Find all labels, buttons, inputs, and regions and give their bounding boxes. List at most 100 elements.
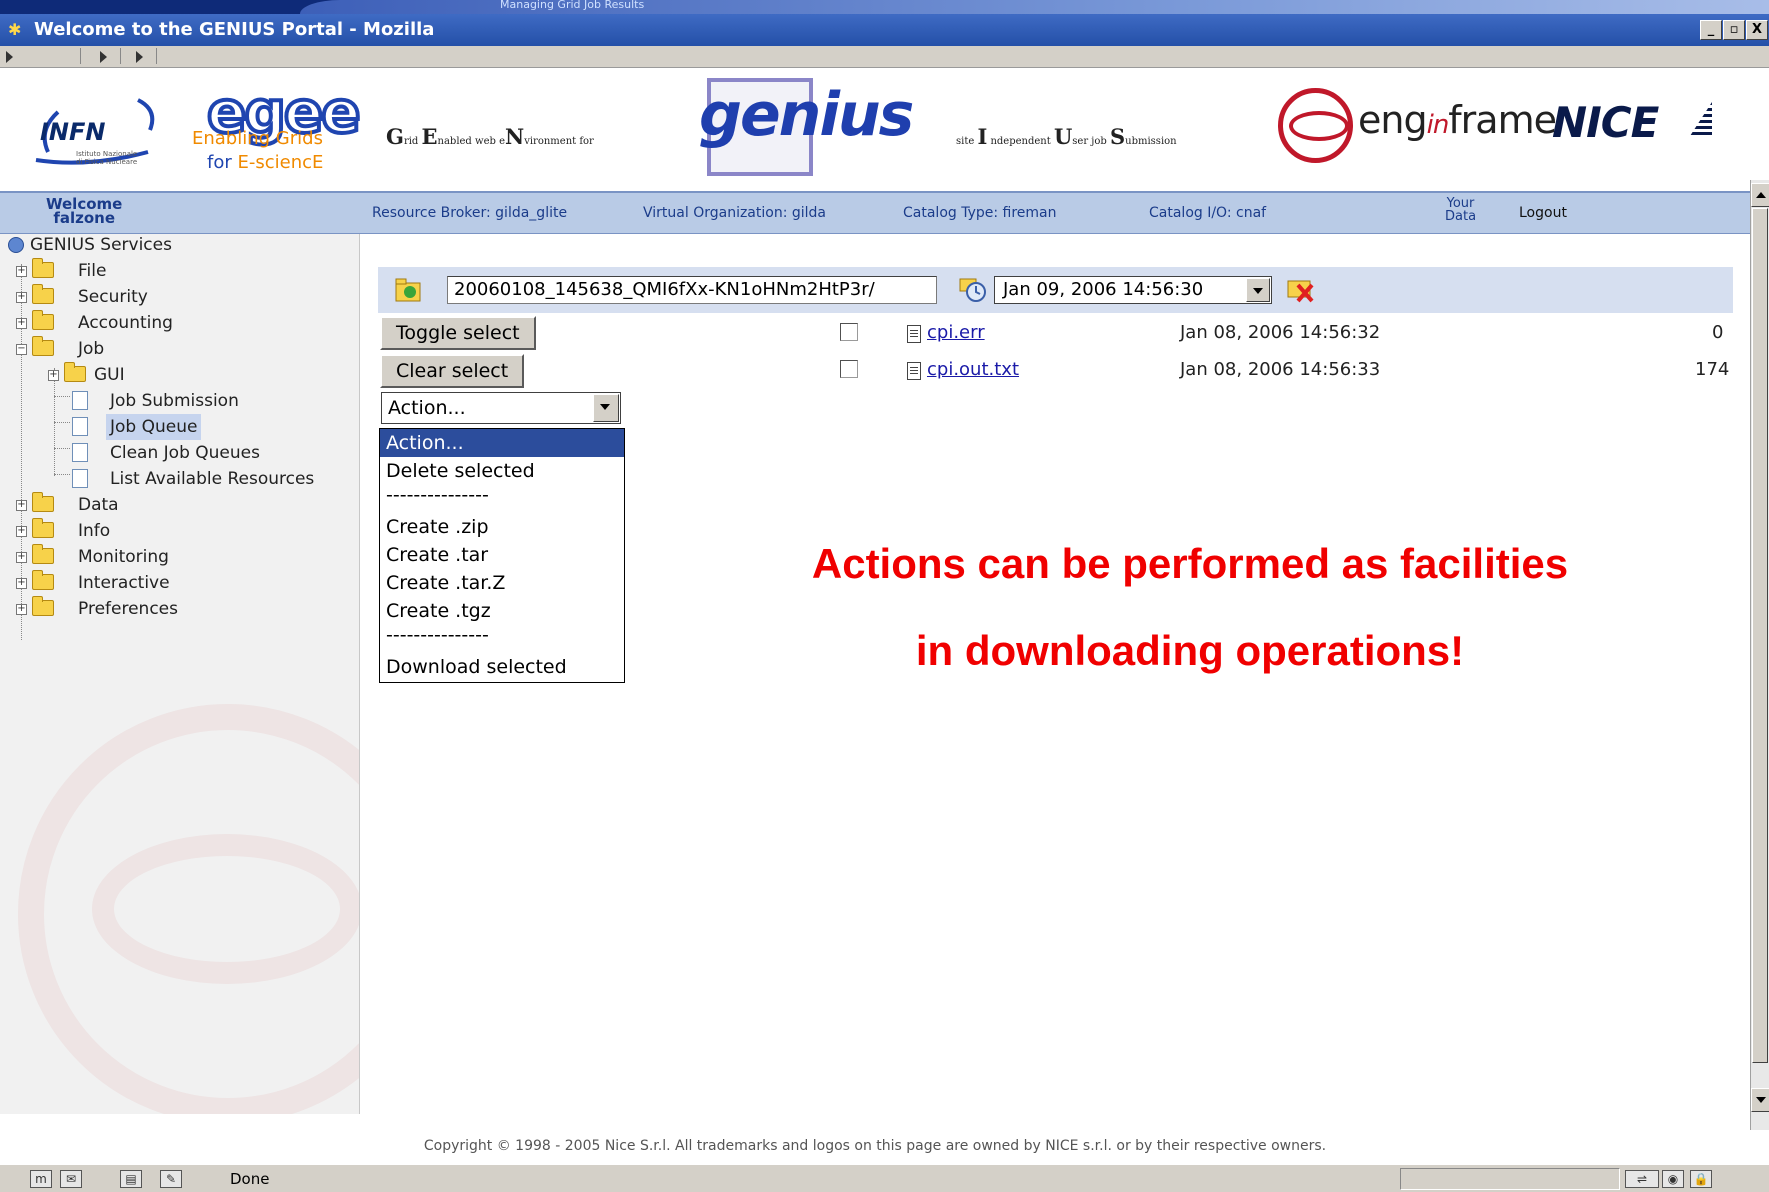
services-tree-sidebar: GENIUS Services + File + Security + Acco…	[0, 234, 360, 1114]
folder-icon	[32, 258, 54, 278]
mail-icon[interactable]: ✉	[60, 1170, 82, 1188]
action-option[interactable]: Create .tar.Z	[380, 569, 624, 597]
slide-header-text: Managing Grid Job Results	[500, 0, 645, 11]
expand-plus-icon[interactable]: +	[16, 266, 27, 277]
tree-connector	[54, 474, 70, 475]
logout-link[interactable]: Logout	[1519, 205, 1567, 221]
strip-divider	[156, 48, 157, 64]
history-clock-icon[interactable]	[958, 275, 988, 303]
navigator-icon[interactable]: m	[30, 1170, 52, 1188]
window-title-bar: ✱ Welcome to the GENIUS Portal - Mozilla…	[0, 14, 1769, 46]
cap-site: site	[956, 136, 978, 147]
folder-icon	[32, 310, 54, 330]
page-icon	[72, 391, 88, 410]
expand-plus-icon[interactable]: +	[16, 552, 27, 563]
session-info-bar: Welcome falzone Resource Broker: gilda_g…	[0, 191, 1750, 234]
folder-icon	[32, 492, 54, 512]
infn-subtitle-line2: di Fisica Nucleare	[76, 158, 138, 166]
clear-select-button[interactable]: Clear select	[380, 354, 525, 388]
minimize-button[interactable]: _	[1700, 20, 1722, 40]
file-checkbox[interactable]	[840, 323, 858, 341]
action-option[interactable]: Create .tar	[380, 541, 624, 569]
resource-broker-link[interactable]: Resource Broker: gilda_glite	[372, 205, 567, 221]
maximize-button[interactable]: ▫	[1723, 20, 1745, 40]
scroll-down-arrow-icon[interactable]	[1751, 1088, 1769, 1112]
security-lock-icon[interactable]: 🔒	[1690, 1170, 1712, 1188]
collapse-minus-icon[interactable]: −	[16, 344, 27, 355]
virtual-organization-link[interactable]: Virtual Organization: gilda	[643, 205, 826, 221]
expand-arrow-icon[interactable]	[100, 51, 107, 63]
online-connection-icon[interactable]: ⇌	[1625, 1170, 1659, 1188]
infn-subtitle-line1: Istituto Nazionale	[76, 150, 138, 158]
mozilla-app-icon: ✱	[8, 20, 22, 39]
text-file-icon	[907, 325, 921, 343]
slide-header-strip: Managing Grid Job Results	[0, 0, 1769, 14]
file-link[interactable]: cpi.out.txt	[927, 359, 1019, 380]
expand-arrow-icon[interactable]	[6, 51, 13, 63]
chevron-down-icon[interactable]	[1246, 278, 1270, 302]
scroll-up-arrow-icon[interactable]	[1751, 183, 1769, 207]
catalog-io-link[interactable]: Catalog I/O: cnaf	[1149, 205, 1266, 221]
tree-item-label: Security	[78, 287, 148, 307]
file-size: 174	[1695, 359, 1730, 380]
expand-plus-icon[interactable]: +	[16, 578, 27, 589]
action-option[interactable]: Create .zip	[380, 513, 624, 541]
expand-plus-icon[interactable]: +	[16, 500, 27, 511]
genius-logo: genius	[695, 78, 914, 178]
file-date: Jan 08, 2006 14:56:32	[1180, 322, 1381, 343]
action-option[interactable]: Download selected	[380, 653, 624, 681]
cap-s-rest: ubmission	[1125, 136, 1177, 147]
address-book-icon[interactable]: ✎	[160, 1170, 182, 1188]
chevron-down-icon[interactable]	[593, 394, 619, 422]
privacy-cookie-icon[interactable]: ◉	[1662, 1170, 1684, 1188]
your-data-link[interactable]: Your Data	[1445, 197, 1476, 223]
tree-item-label: Job Submission	[110, 391, 239, 411]
services-globe-icon	[8, 237, 24, 253]
job-date-select[interactable]: Jan 09, 2006 14:56:30	[994, 276, 1272, 304]
expand-plus-icon[interactable]: +	[16, 526, 27, 537]
folder-icon	[32, 570, 54, 590]
tree-item-label: GUI	[94, 365, 125, 385]
scrollbar-thumb[interactable]	[1752, 208, 1768, 1063]
action-option[interactable]: Action...	[380, 429, 624, 457]
cap-i-rest: ndependent	[987, 136, 1054, 147]
copyright-footer: Copyright © 1998 - 2005 Nice S.r.l. All …	[423, 1138, 1327, 1154]
expand-plus-icon[interactable]: +	[16, 604, 27, 615]
composer-icon[interactable]: ▤	[120, 1170, 142, 1188]
toggle-select-button[interactable]: Toggle select	[380, 316, 536, 350]
expand-plus-icon[interactable]: +	[16, 318, 27, 329]
expand-plus-icon[interactable]: +	[48, 370, 59, 381]
cap-n-rest: vironment for	[524, 136, 594, 147]
text-file-icon	[907, 362, 921, 380]
expand-plus-icon[interactable]: +	[16, 292, 27, 303]
watermark-ring-inner	[92, 834, 359, 984]
egee-tagline-2b: E-sciencE	[237, 152, 324, 173]
username: falzone	[53, 209, 115, 227]
siius-acronym-caption: site I ndependent User job Submission	[956, 124, 1177, 149]
expand-arrow-icon[interactable]	[136, 51, 143, 63]
genius-acronym-caption: Grid Enabled web eNvironment for	[386, 124, 594, 149]
nice-wordmark: NICE	[1552, 98, 1659, 147]
file-link[interactable]: cpi.err	[927, 322, 985, 343]
delete-folder-icon[interactable]	[1286, 275, 1316, 303]
folder-icon	[32, 596, 54, 616]
page-icon	[72, 443, 88, 462]
catalog-type-link[interactable]: Catalog Type: fireman	[903, 205, 1057, 221]
job-id-field[interactable]: 20060108_145638_QMI6fXx-KN1oHNm2HtP3r/	[447, 276, 937, 304]
status-text: Done	[230, 1170, 270, 1188]
cap-e: E	[421, 124, 438, 149]
vertical-scrollbar[interactable]	[1750, 180, 1769, 1130]
close-button[interactable]: X	[1746, 20, 1768, 40]
engin-b: in	[1426, 110, 1450, 140]
tree-item-label: Info	[78, 521, 111, 541]
action-option[interactable]: Delete selected	[380, 457, 624, 485]
action-option[interactable]: Create .tgz	[380, 597, 624, 625]
sidebar-toggle-strip	[0, 46, 1769, 68]
cap-e-rest: nabled web e	[437, 136, 505, 147]
action-select-value: Action...	[388, 397, 466, 419]
cap-s: S	[1109, 124, 1126, 149]
refresh-folder-icon[interactable]	[394, 275, 424, 303]
action-select[interactable]: Action...	[381, 392, 621, 424]
action-option-separator: ---------------	[386, 624, 489, 646]
file-checkbox[interactable]	[840, 360, 858, 378]
